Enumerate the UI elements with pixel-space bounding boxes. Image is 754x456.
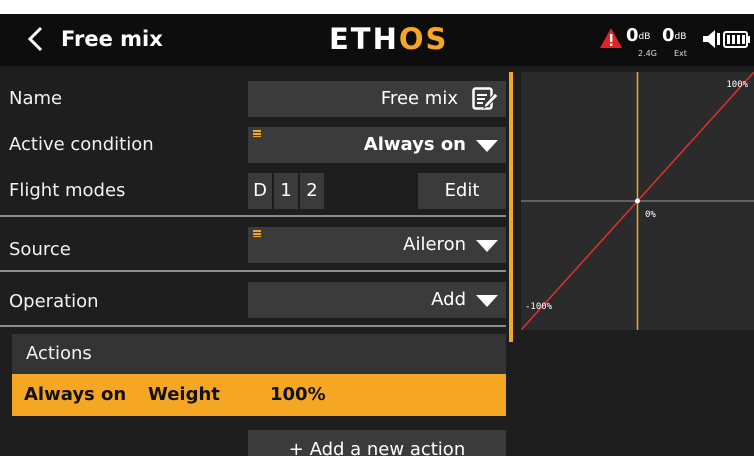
active-condition-value: Always on [363,134,466,155]
menu-icon [253,230,261,237]
name-label: Name [9,88,63,109]
warning-icon[interactable] [600,28,622,48]
operation-label: Operation [9,291,99,312]
action-condition: Always on [24,384,127,405]
graph-center-label: 0% [645,210,656,220]
flight-mode-2[interactable]: 2 [300,173,324,209]
flight-modes-row: D 1 2 Edit [248,173,506,209]
action-weight-label: Weight [148,384,220,405]
rf-external-band: Ext [674,49,687,58]
name-field[interactable]: Free mix [248,81,506,117]
flight-modes-label: Flight modes [9,180,126,201]
back-chevron-icon[interactable] [25,25,47,53]
scrollbar[interactable] [509,72,513,342]
active-condition-dropdown[interactable]: Always on [248,127,506,163]
mix-curve-graph: 100% 0% -100% [521,72,754,330]
action-weight-value: 100% [270,384,326,405]
active-condition-label: Active condition [9,134,154,155]
rf-external-signal: 0dB Ext [662,25,687,59]
page-title: Free mix [61,27,163,51]
flight-mode-1[interactable]: 1 [274,173,298,209]
rf-internal-signal: 0dB 2.4G [626,25,657,59]
edit-icon [472,87,498,110]
source-label: Source [9,239,71,260]
rf-internal-value: 0 [626,25,639,46]
flight-mode-d[interactable]: D [248,173,272,209]
divider [0,325,506,327]
ethos-logo: ETHOS [329,21,448,57]
flight-modes-edit-button[interactable]: Edit [418,173,506,209]
operation-value: Add [431,289,466,310]
logo-accent-text: OS [398,22,449,56]
rf-external-value: 0 [662,25,675,46]
graph-max-label: 100% [726,80,748,90]
mix-curve-plot [521,72,754,330]
dropdown-icon [476,240,498,252]
header-bar: Free mix ETHOS 0dB 2.4G 0dB Ext [0,14,754,66]
graph-min-label: -100% [525,302,553,312]
source-dropdown[interactable]: Aileron [248,227,506,263]
status-area: 0dB 2.4G 0dB Ext [594,14,754,66]
name-value: Free mix [380,88,458,109]
operation-dropdown[interactable]: Add [248,282,506,318]
add-action-button[interactable]: + Add a new action [248,430,506,456]
action-row[interactable]: Always on Weight 100% [12,374,506,416]
logo-text: ETH [329,22,399,56]
speaker-icon[interactable] [703,30,721,48]
graph-center-point [635,198,640,204]
battery-icon [723,31,750,48]
actions-header: Actions [12,334,506,374]
actions-header-label: Actions [26,343,92,364]
rf-internal-unit: dB [638,32,651,42]
divider [0,270,506,272]
rf-external-unit: dB [674,32,687,42]
divider [0,215,506,217]
radio-display: Free mix ETHOS 0dB 2.4G 0dB Ext Name Fre… [0,0,754,456]
rf-internal-band: 2.4G [638,49,657,58]
dropdown-icon [476,140,498,152]
source-value: Aileron [403,234,466,255]
screen: Free mix ETHOS 0dB 2.4G 0dB Ext Name Fre… [0,14,754,456]
dropdown-icon [476,295,498,307]
menu-icon [253,130,261,137]
